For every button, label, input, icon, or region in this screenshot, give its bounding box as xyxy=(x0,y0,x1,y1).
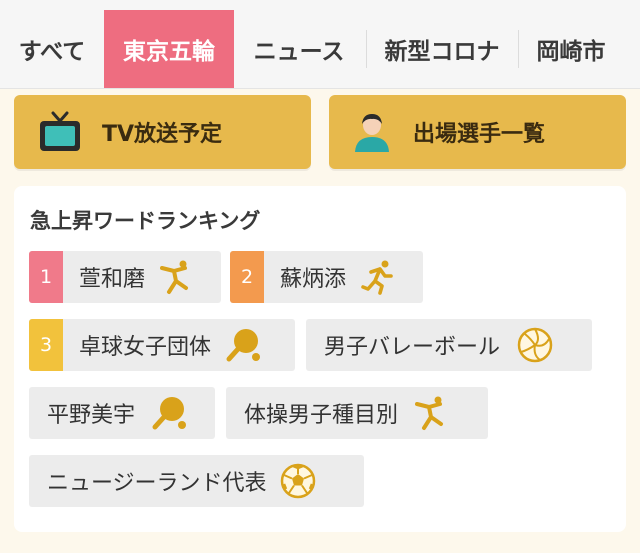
soccer-ball-icon xyxy=(279,462,317,500)
ranking-item-5[interactable]: 平野美宇 xyxy=(29,387,215,439)
gymnastics-icon xyxy=(159,259,193,295)
ranking-item-3[interactable]: 3 卓球女子団体 xyxy=(29,319,295,371)
ranking-title: 急上昇ワードランキング xyxy=(30,209,261,233)
ranking-item-label: 萱和磨 xyxy=(79,267,146,292)
tab-tokyo-olympics[interactable]: 東京五輪 xyxy=(104,10,234,88)
ranking-item-4[interactable]: 男子バレーボール xyxy=(306,319,592,371)
athlete-list-button[interactable]: 出場選手一覧 xyxy=(329,95,626,169)
rank-badge: 3 xyxy=(29,319,63,371)
tab-coronavirus[interactable]: 新型コロナ xyxy=(367,10,517,88)
rank-badge: 2 xyxy=(230,251,264,303)
tv-schedule-label: TV放送予定 xyxy=(102,122,223,147)
tab-news[interactable]: ニュース xyxy=(234,10,364,88)
tab-okazaki-city[interactable]: 岡崎市 xyxy=(519,10,623,88)
category-tab-bar: すべて 東京五輪 ニュース 新型コロナ 岡崎市 xyxy=(0,0,640,89)
ranking-item-1[interactable]: 1 萱和磨 xyxy=(29,251,221,303)
running-icon xyxy=(360,259,396,295)
ranking-item-label: 卓球女子団体 xyxy=(79,335,212,360)
ranking-item-label: ニュージーランド代表 xyxy=(47,471,267,496)
gymnastics-icon xyxy=(414,395,448,431)
ranking-item-6[interactable]: 体操男子種目別 xyxy=(226,387,488,439)
athlete-list-label: 出場選手一覧 xyxy=(413,122,546,147)
tv-schedule-button[interactable]: TV放送予定 xyxy=(14,95,311,169)
volleyball-icon xyxy=(516,326,554,364)
ranking-item-label: 平野美宇 xyxy=(47,403,136,428)
ranking-item-label: 男子バレーボール xyxy=(324,335,501,360)
ranking-item-label: 体操男子種目別 xyxy=(244,403,399,428)
rank-badge: 1 xyxy=(29,251,63,303)
person-icon xyxy=(351,111,393,153)
ranking-item-7[interactable]: ニュージーランド代表 xyxy=(29,455,364,507)
ranking-item-label: 蘇炳添 xyxy=(280,267,347,292)
ranking-item-2[interactable]: 2 蘇炳添 xyxy=(230,251,423,303)
table-tennis-icon xyxy=(225,326,263,364)
tab-all[interactable]: すべて xyxy=(0,10,104,88)
tv-icon xyxy=(38,111,82,153)
table-tennis-icon xyxy=(151,394,189,432)
